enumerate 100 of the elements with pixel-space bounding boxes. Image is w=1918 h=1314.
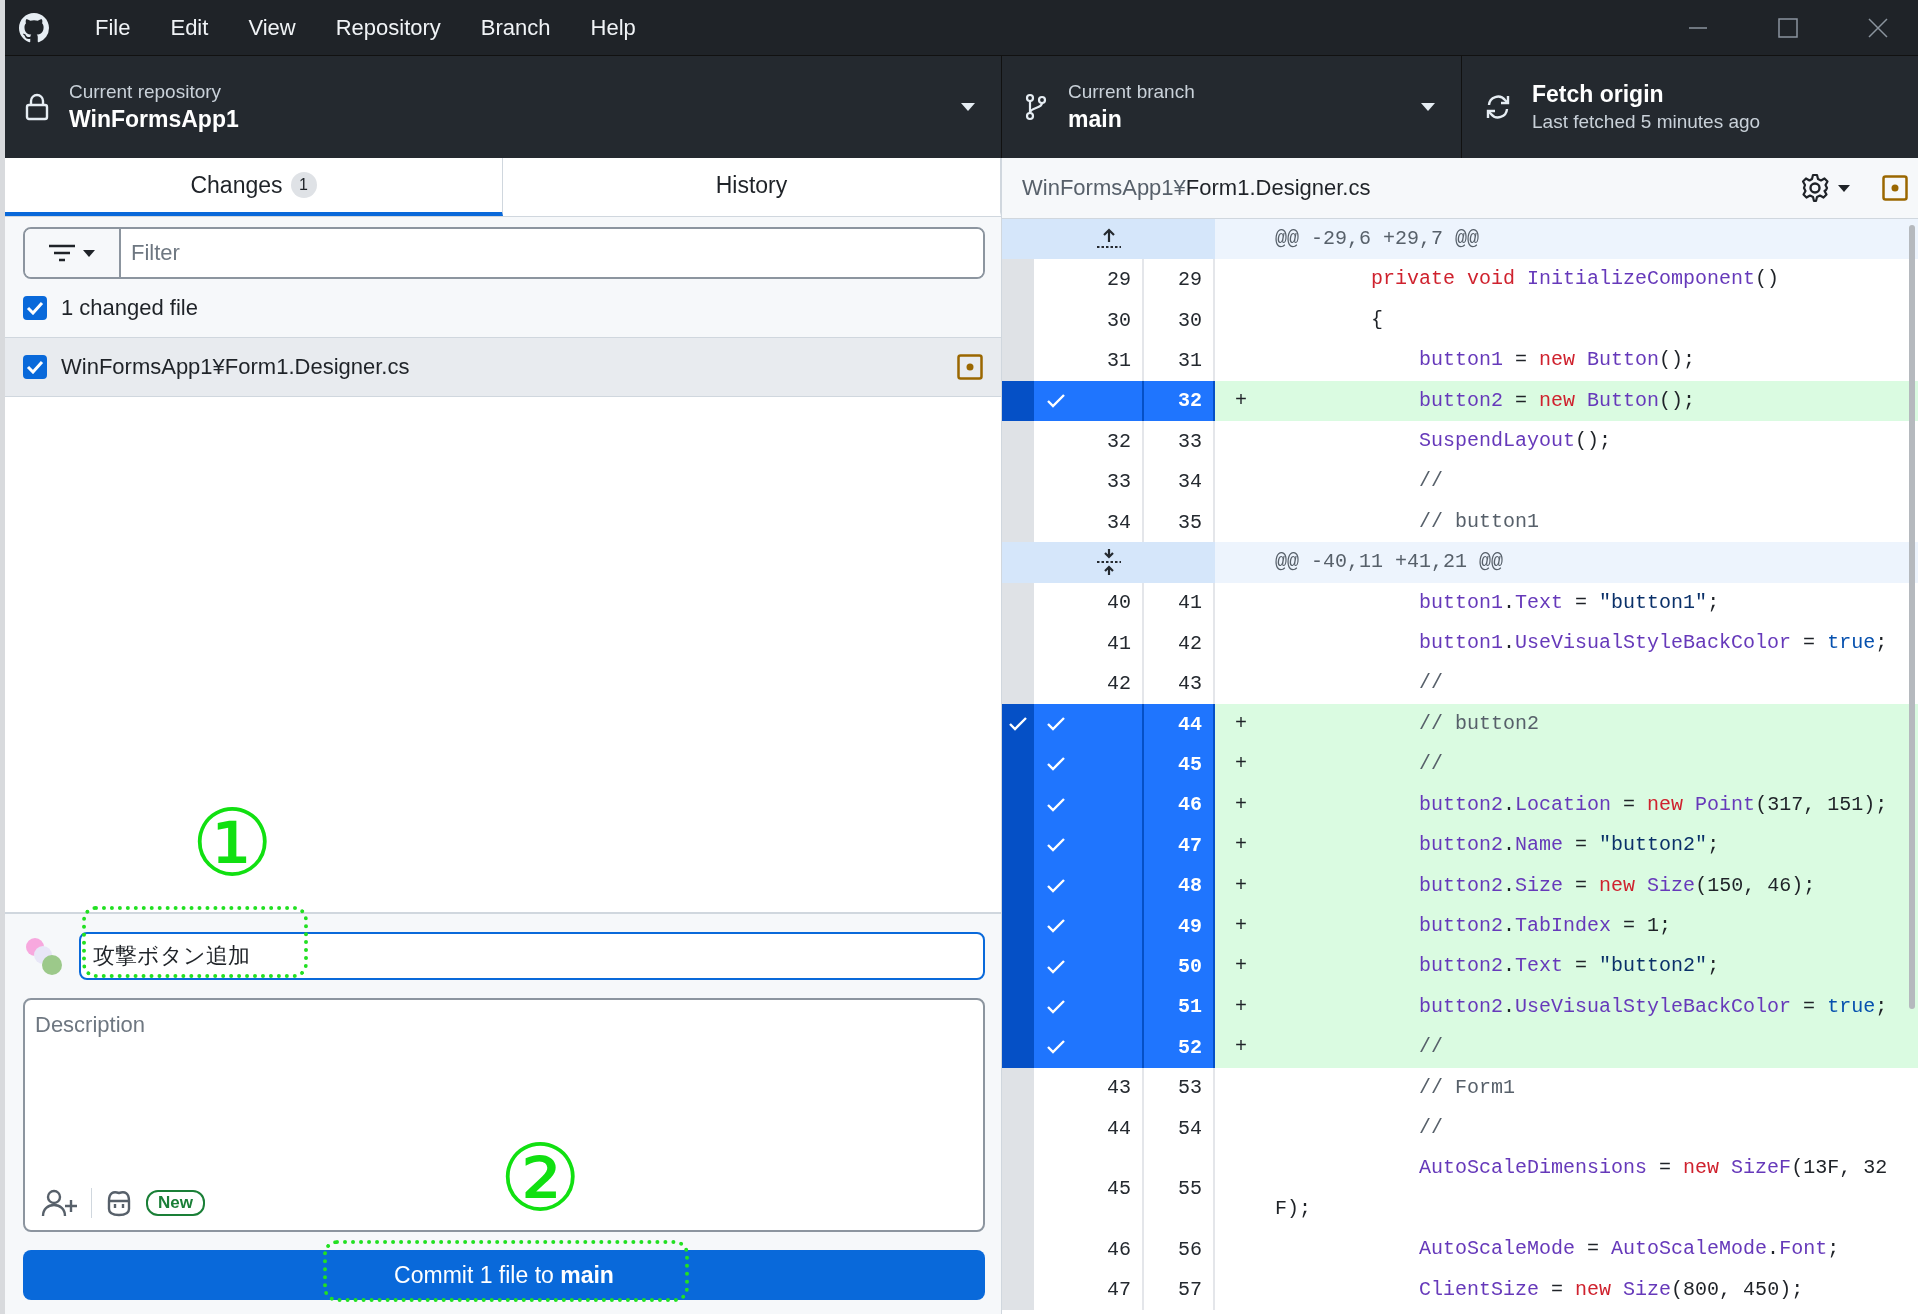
line-number: 53 (1178, 1076, 1202, 1100)
line-number: 54 (1178, 1116, 1202, 1140)
line-number: 50 (1178, 955, 1202, 978)
line-number: 41 (1107, 631, 1131, 655)
line-number: 29 (1107, 268, 1131, 292)
code-line: // button1 (1418, 508, 1541, 535)
fetch-button[interactable]: Fetch origin Last fetched 5 minutes ago (1462, 56, 1918, 158)
check-icon (1046, 716, 1066, 733)
line-number: 52 (1178, 1035, 1202, 1059)
checkbox[interactable] (23, 296, 47, 320)
code-line: SuspendLayout(); (1418, 428, 1613, 455)
line-number: 31 (1107, 348, 1131, 372)
code-line: { (1370, 306, 1385, 333)
new-badge: New (146, 1190, 205, 1216)
caret-icon[interactable] (1838, 184, 1850, 192)
added-line-marker: + (1235, 954, 1247, 978)
commit-summary-field[interactable]: 攻撃ボタン追加 (79, 932, 985, 980)
file-path: WinFormsApp1¥Form1.Designer.cs (61, 354, 410, 380)
line-number: 34 (1107, 510, 1131, 534)
selection-strip[interactable] (1002, 703, 1034, 745)
fetch-title: Fetch origin (1532, 81, 1665, 108)
selection-strip[interactable] (1002, 1067, 1034, 1108)
line-number: 43 (1178, 672, 1202, 696)
line-number: 47 (1178, 833, 1202, 857)
add-coauthor-icon[interactable] (41, 1188, 79, 1218)
check-icon (1046, 877, 1066, 894)
caret-icon (83, 249, 95, 257)
scrollbar[interactable] (1909, 225, 1915, 1009)
line-number: 49 (1178, 914, 1202, 938)
close-icon[interactable] (1868, 17, 1888, 38)
file-path: WinFormsApp1¥Form1.Designer.cs (1022, 175, 1371, 201)
added-line-marker: + (1235, 752, 1247, 776)
code-line: button2.Text = "button2"; (1418, 953, 1721, 980)
expand-button[interactable] (1002, 219, 1215, 260)
repository-selector[interactable]: Current repository WinFormsApp1 (5, 56, 1002, 158)
line-number: 33 (1107, 470, 1131, 494)
code-line: // (1418, 1114, 1445, 1141)
code-line: // (1418, 751, 1445, 778)
toolbar-label: Current repository (69, 81, 223, 103)
code-line: // (1418, 670, 1445, 697)
check-icon (1046, 998, 1066, 1015)
code-line: button2.Name = "button2"; (1418, 832, 1721, 859)
check-icon (1046, 918, 1066, 935)
changed-files-label: 1 changed file (61, 295, 198, 321)
added-line-marker: + (1235, 1035, 1247, 1059)
commit-button[interactable]: Commit 1 file to main (23, 1250, 985, 1300)
line-number: 30 (1178, 308, 1202, 332)
code-line: AutoScaleMode = AutoScaleMode.Font; (1418, 1236, 1841, 1263)
added-line-marker: + (1235, 711, 1247, 735)
expand-button[interactable] (1002, 542, 1215, 583)
filter-field[interactable]: Filter (23, 227, 985, 279)
line-number: 46 (1178, 793, 1202, 817)
menu-item[interactable]: Edit (150, 14, 229, 41)
check-icon (1046, 756, 1066, 773)
line-gutter[interactable] (1034, 703, 1144, 745)
line-number: 30 (1107, 308, 1131, 332)
line-number: 47 (1107, 1278, 1131, 1302)
line-number: 57 (1178, 1278, 1202, 1302)
line-number: 51 (1178, 995, 1202, 1019)
line-number: 45 (1178, 753, 1202, 776)
line-number: 44 (1178, 712, 1202, 736)
line-number: 42 (1178, 631, 1202, 655)
line-number: 46 (1107, 1237, 1131, 1261)
filter-options-button[interactable] (25, 229, 121, 277)
menu-item[interactable]: Branch (460, 14, 571, 41)
line-number: 42 (1107, 672, 1131, 696)
selection-strip[interactable] (1002, 380, 1034, 422)
file-row[interactable]: WinFormsApp1¥Form1.Designer.cs (5, 337, 1001, 397)
line-number: 35 (1178, 510, 1202, 534)
hunk-header: @@ -29,6 +29,7 @@ (1275, 226, 1481, 252)
menu-item[interactable]: View (228, 14, 316, 41)
count-badge: 1 (290, 172, 317, 198)
sync-icon (1484, 93, 1512, 121)
hunk-header: @@ -40,11 +41,21 @@ (1275, 549, 1505, 576)
menu-item[interactable]: Help (570, 14, 656, 41)
line-number: 34 (1178, 470, 1202, 494)
fetch-status: Last fetched 5 minutes ago (1532, 111, 1761, 133)
maximize-icon[interactable] (1778, 17, 1798, 38)
line-number: 56 (1178, 1237, 1202, 1261)
added-line-marker: + (1235, 873, 1247, 897)
code-line: AutoScaleDimensions = new SizeF(13F, 32F); (1275, 1155, 1889, 1222)
filter-icon (49, 244, 75, 262)
code-line: private void InitializeComponent() (1370, 266, 1781, 293)
check-icon (1046, 958, 1066, 975)
checkmark-icon (26, 360, 44, 374)
code-line: button2.Size = new Size(150, 46); (1418, 872, 1817, 899)
line-number: 41 (1178, 591, 1202, 615)
code-line: button2 = new Button(); (1418, 387, 1697, 414)
added-line-marker: + (1235, 388, 1247, 412)
checkbox[interactable] (23, 355, 47, 379)
line-gutter[interactable] (1034, 380, 1144, 422)
code-line: button2.Location = new Point(317, 151); (1418, 791, 1889, 818)
menu-item[interactable]: Repository (315, 14, 461, 41)
avatar-icon (23, 935, 65, 977)
tab[interactable]: History (503, 158, 1001, 216)
menu-item[interactable]: File (75, 14, 151, 41)
caret-icon (1421, 103, 1435, 111)
settings-icon[interactable] (1800, 173, 1830, 203)
added-line-marker: + (1235, 792, 1247, 816)
line-number: 29 (1178, 268, 1202, 292)
